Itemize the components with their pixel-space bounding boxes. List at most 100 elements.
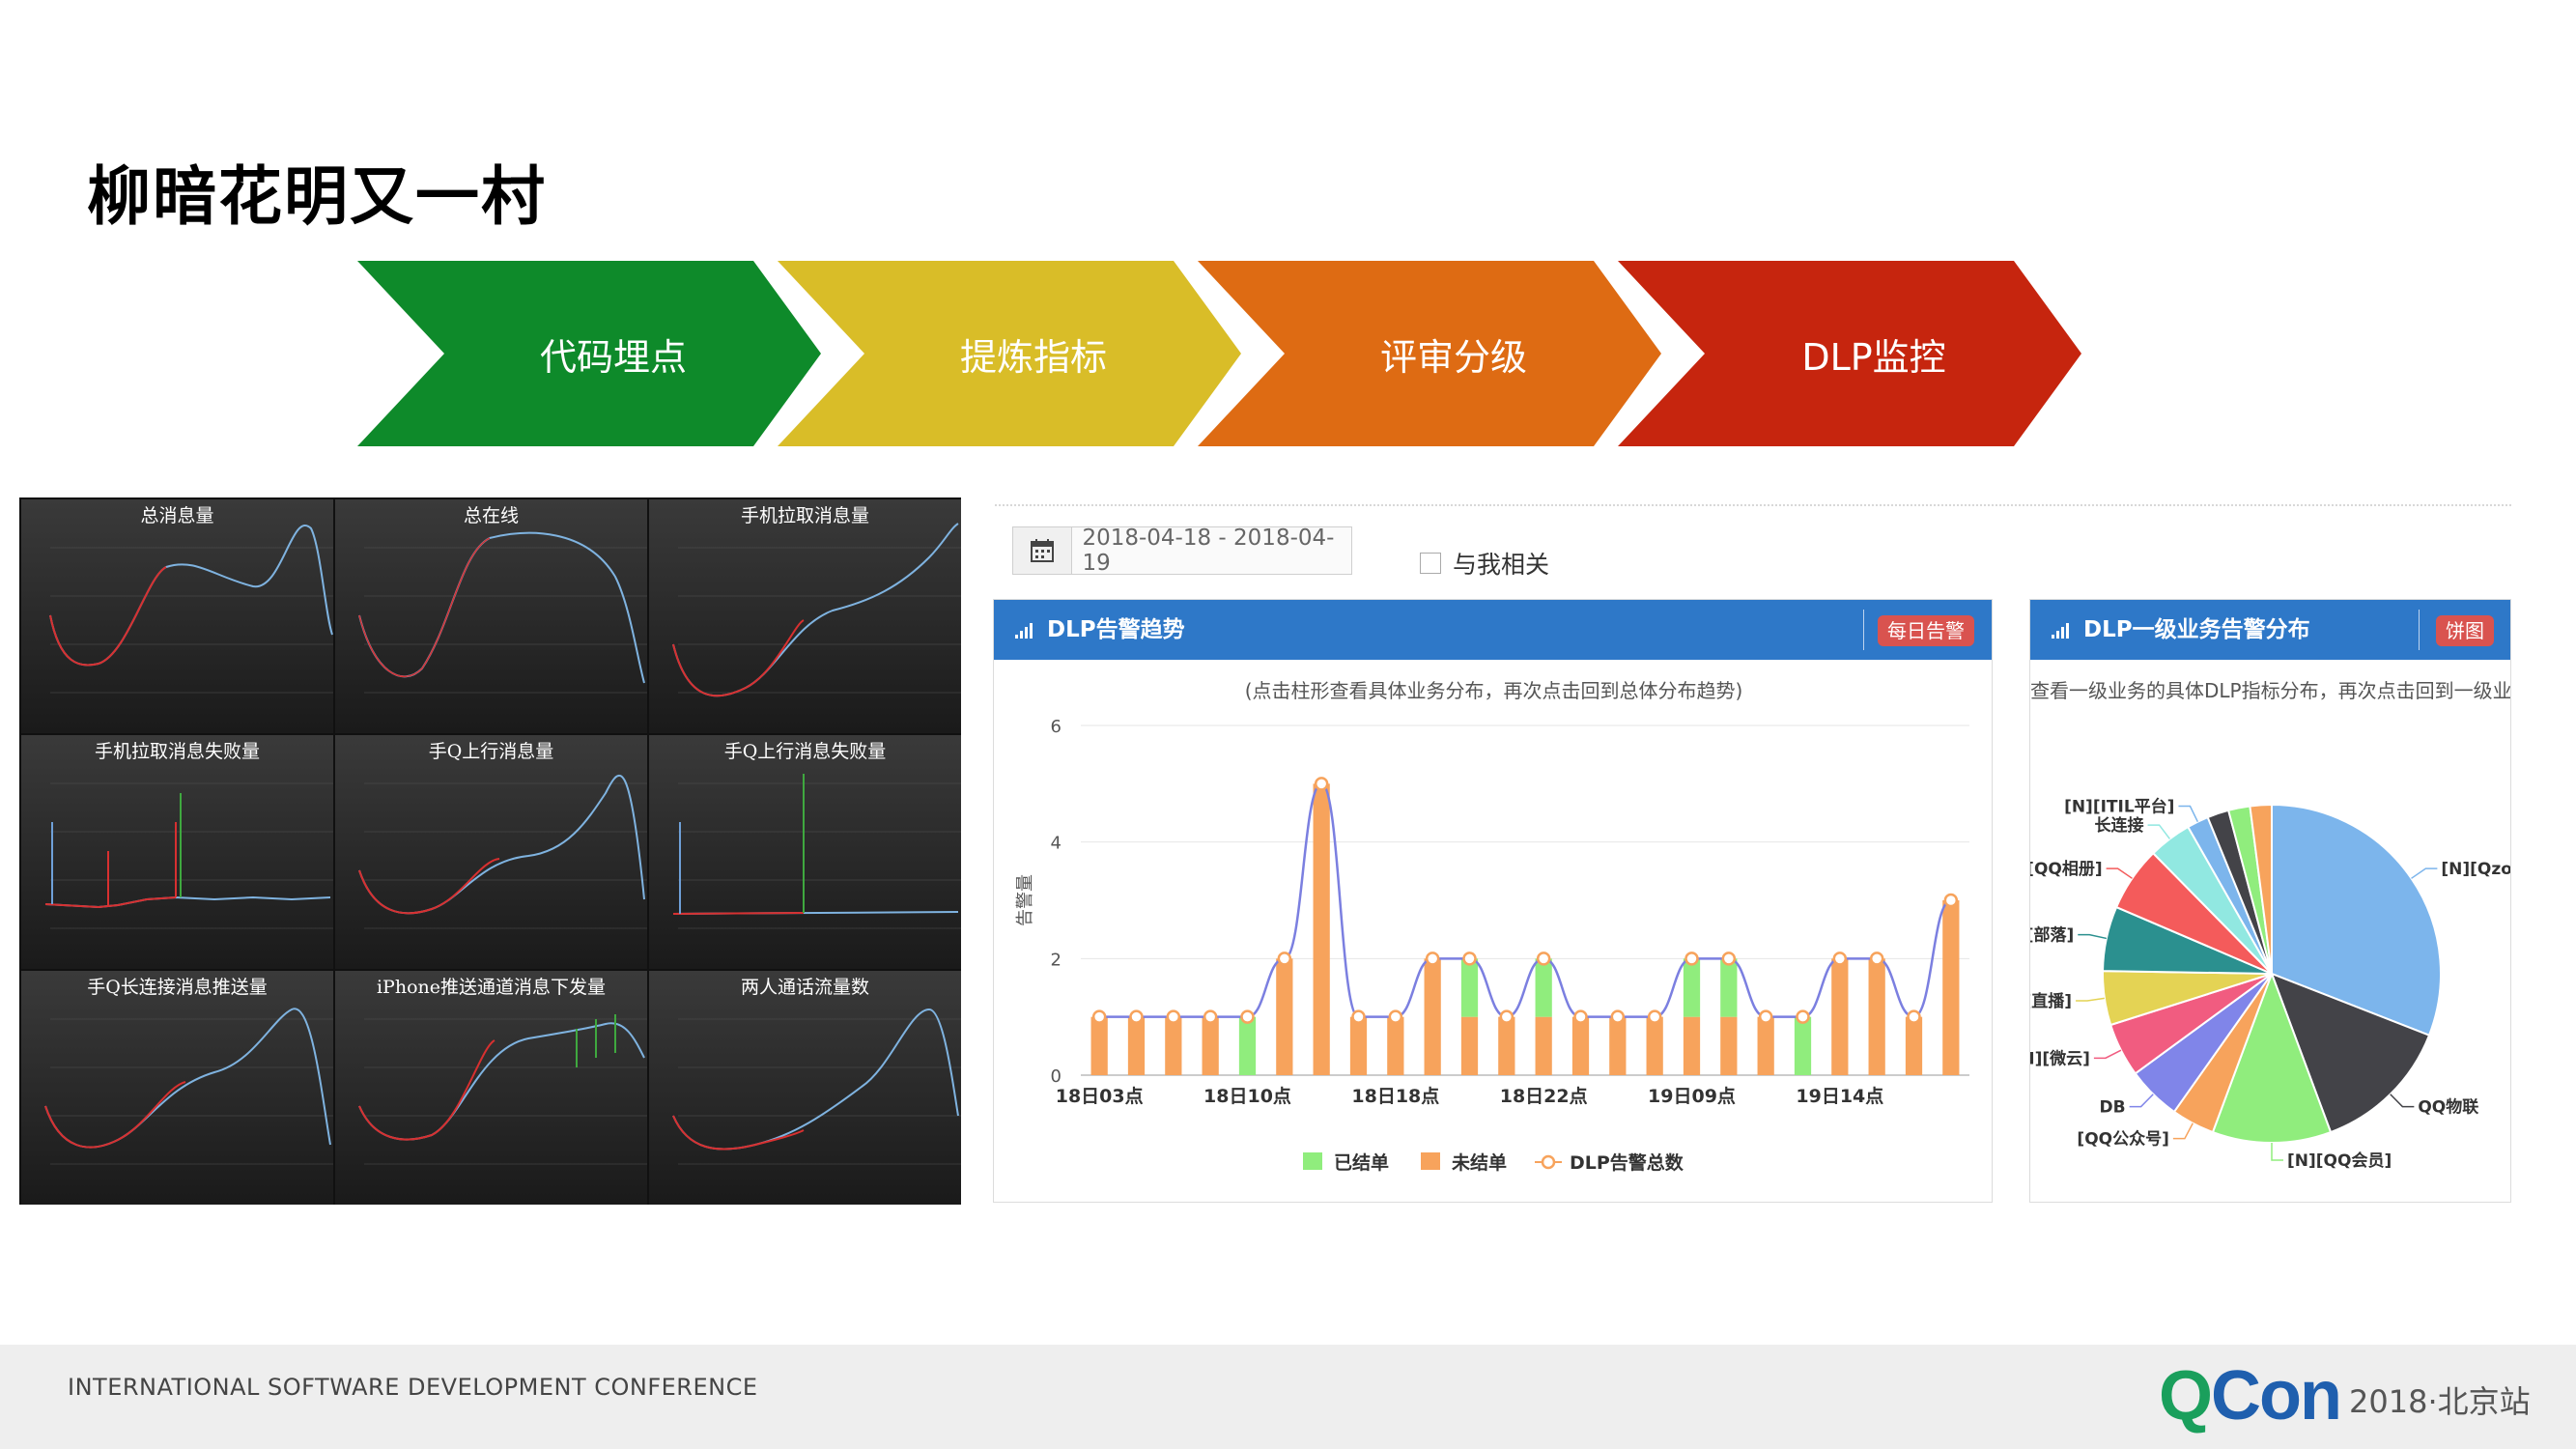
process-steps: 代码埋点 提炼指标 评审分级 DLP监控 — [357, 261, 2086, 446]
thumb-chart[interactable]: 两人通话流量数 — [649, 971, 961, 1205]
thumb-chart[interactable]: 手机拉取消息失败量 — [21, 735, 333, 969]
legend-label: 已结单 — [1334, 1151, 1389, 1174]
thumb-chart[interactable]: 手Q上行消息量 — [335, 735, 647, 969]
thumb-plot — [358, 774, 647, 929]
bar-closed — [1238, 1016, 1257, 1075]
x-tick-label: 19日14点 — [1796, 1086, 1883, 1107]
total-alert-point — [1832, 952, 1848, 966]
bar-open — [1646, 1016, 1663, 1075]
bar-open — [1868, 958, 1885, 1075]
edition-label: 2018·北京站 — [2349, 1383, 2531, 1420]
thumb-title: 两人通话流量数 — [740, 977, 869, 998]
pie-label: 长连接 — [2095, 815, 2144, 836]
legend-swatch — [1303, 1152, 1322, 1170]
thumb-plot — [49, 525, 333, 694]
related-checkbox[interactable] — [1420, 553, 1441, 574]
bar-closed — [1683, 958, 1701, 1017]
dlp-business-pie-panel: DLP一级业务告警分布 饼图 查看一级业务的具体DLP指标分布，再次点击回到一级… — [2029, 599, 2511, 1203]
panel-title: DLP告警趋势 — [1047, 617, 1185, 642]
related-label: 与我相关 — [1453, 551, 1550, 579]
x-tick-label: 18日03点 — [1056, 1086, 1144, 1107]
total-alert-point — [1351, 1009, 1366, 1024]
thumb-plot — [44, 782, 333, 929]
thumb-title: 总消息量 — [140, 505, 214, 526]
x-tick-label: 19日09点 — [1648, 1086, 1736, 1107]
thumb-title: 手机拉取消息量 — [740, 505, 869, 526]
step-label: 提炼指标 — [959, 335, 1107, 379]
total-alert-point — [1869, 952, 1884, 966]
y-axis-label: 告警量 — [1015, 874, 1035, 926]
bar-open — [1757, 1016, 1774, 1075]
thumb-chart[interactable]: 手Q长连接消息推送量 — [21, 971, 333, 1205]
bar-open — [1276, 958, 1293, 1075]
total-alert-point — [1610, 1009, 1626, 1024]
pie-label: [N][QQ会员] — [2287, 1151, 2392, 1171]
thumb-title: 手Q上行消息量 — [428, 741, 554, 762]
y-tick-label: 6 — [1051, 717, 1062, 737]
thumb-chart[interactable]: 总消息量 — [21, 499, 333, 733]
bar-open — [1090, 1016, 1108, 1075]
x-tick-label: 18日10点 — [1203, 1086, 1291, 1107]
panel-title: DLP一级业务告警分布 — [2083, 617, 2310, 642]
bar-open — [1127, 1016, 1146, 1075]
daily-alert-button[interactable]: 每日告警 — [1878, 615, 1974, 646]
thumb-chart[interactable]: 总在线 — [335, 499, 647, 733]
total-alert-point — [1943, 893, 1959, 908]
thumb-chart[interactable]: 手Q上行消息失败量 — [649, 735, 961, 969]
total-alert-point — [1425, 952, 1440, 966]
pie-label: [部落] — [2030, 925, 2074, 946]
bar-closed — [1794, 1016, 1812, 1075]
bar-open — [1349, 1016, 1368, 1075]
total-alert-point — [1166, 1009, 1181, 1024]
y-tick-label: 2 — [1051, 950, 1062, 970]
pie-chart-button[interactable]: 饼图 — [2436, 615, 2494, 646]
bar-open — [1720, 1016, 1738, 1075]
thumb-chart[interactable]: iPhone推送通道消息下发量 — [335, 971, 647, 1205]
total-alert-point — [1499, 1009, 1514, 1024]
bar-open — [1831, 958, 1849, 1075]
date-range-value[interactable]: 2018-04-18 - 2018-04-19 — [1072, 526, 1351, 576]
header-separator — [2419, 610, 2420, 650]
thumb-plot — [672, 523, 961, 697]
step-code-instrumentation: 代码埋点 — [357, 261, 821, 446]
signal-bars-icon — [2052, 623, 2069, 639]
thumb-title: 总在线 — [463, 505, 519, 526]
pie-connector — [2076, 997, 2105, 1002]
bar-open — [1498, 1016, 1515, 1075]
bar-open — [1202, 1016, 1219, 1075]
thumb-title: 手机拉取消息失败量 — [94, 741, 260, 762]
thumb-plot — [44, 1008, 333, 1165]
pie-label: [N][微云] — [2030, 1048, 2090, 1068]
total-alert-point — [1240, 1009, 1255, 1024]
legend-swatch — [1421, 1152, 1440, 1170]
step-dlp-monitoring: DLP监控 — [1618, 261, 2081, 446]
total-alert-point — [1796, 1009, 1810, 1024]
calendar-icon[interactable] — [1013, 527, 1073, 574]
bar-open — [1942, 900, 1960, 1075]
thumb-plot — [672, 774, 961, 929]
pie-connector — [2078, 933, 2108, 940]
x-tick-label: 18日18点 — [1351, 1086, 1439, 1107]
dlp-trend-chart[interactable]: 0 2 4 6 告警量 18日03点 18日10点 18日18点 18日22点 19日09点 19日… — [994, 660, 1993, 1201]
related-to-me-filter[interactable]: 与我相关 — [1420, 546, 1549, 581]
bar-open — [1460, 1016, 1479, 1075]
logo-q: Q — [2159, 1357, 2213, 1435]
total-alert-point — [1721, 952, 1737, 966]
total-alert-point — [1907, 1009, 1921, 1024]
conference-name: INTERNATIONAL SOFTWARE DEVELOPMENT CONFE… — [68, 1374, 758, 1401]
total-alert-point — [1129, 1009, 1144, 1024]
dlp-trend-panel: DLP告警趋势 每日告警 (点击柱形查看具体业务分布，再次点击回到总体分布趋势)… — [993, 599, 1993, 1203]
bar-closed — [1460, 958, 1479, 1017]
step-label: DLP监控 — [1801, 335, 1946, 379]
bar-open — [1905, 1016, 1923, 1075]
pie-connector — [2147, 824, 2171, 839]
total-alert-point — [1388, 1009, 1403, 1024]
pie-connector — [2093, 1049, 2122, 1060]
monitoring-thumbnails: 总消息量 总在线 手机拉取消息量 手机拉取消息失败量 手Q上行消息量 手Q上行消… — [19, 497, 961, 1205]
dlp-pie-chart[interactable]: [N][Qzone] QQ物联 [N][QQ会员] [QQ公众号] DB [N][微云] [… — [2030, 660, 2511, 1201]
logo-con: Con — [2211, 1357, 2342, 1435]
legend-label: 未结单 — [1451, 1151, 1507, 1174]
total-alert-point — [1758, 1009, 1773, 1024]
thumb-chart[interactable]: 手机拉取消息量 — [649, 499, 961, 733]
date-range-picker[interactable]: 2018-04-18 - 2018-04-19 — [1012, 526, 1352, 576]
